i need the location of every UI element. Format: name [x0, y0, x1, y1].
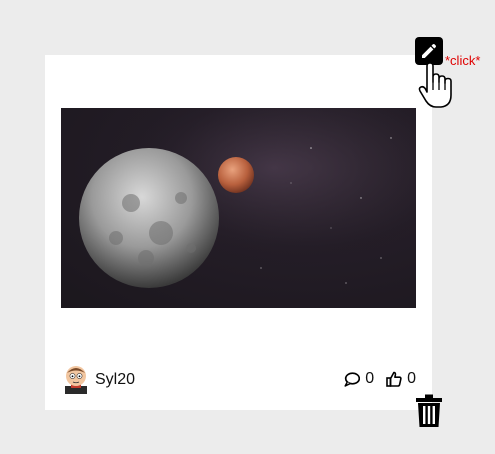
post-footer: Syl20 0 0 — [61, 362, 416, 396]
post-image[interactable] — [61, 108, 416, 308]
comments-stat[interactable]: 0 — [344, 370, 374, 388]
pencil-icon — [422, 43, 437, 58]
post-stats: 0 0 — [332, 370, 416, 388]
likes-stat[interactable]: 0 — [386, 370, 416, 388]
thumbs-up-icon — [386, 371, 402, 387]
hand-pointer-icon — [418, 62, 456, 115]
post-card: Syl20 0 0 — [45, 55, 432, 410]
likes-count: 0 — [407, 370, 416, 387]
comment-icon — [344, 371, 361, 387]
trash-icon — [416, 394, 442, 427]
delete-button[interactable] — [414, 394, 444, 433]
edit-button[interactable] — [415, 37, 443, 65]
comments-count: 0 — [365, 370, 375, 387]
author-name[interactable]: Syl20 — [95, 371, 135, 389]
avatar[interactable] — [61, 364, 91, 394]
